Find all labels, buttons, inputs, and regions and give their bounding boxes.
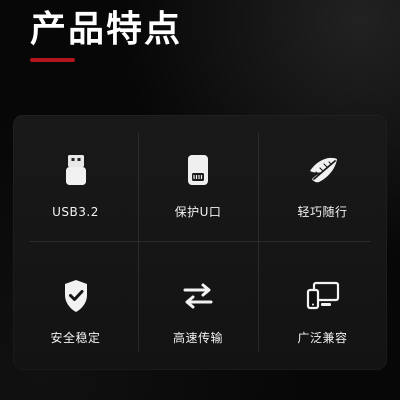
feature-label: USB3.2 [52, 205, 99, 219]
feature-lightweight: 轻巧随行 [258, 115, 387, 241]
feature-stable-secure: 安全稳定 [13, 241, 138, 370]
devices-icon [302, 275, 344, 317]
feature-label: 高速传输 [172, 331, 223, 345]
features-grid: USB3.2 保护U口 轻巧随行 安全稳定 高速传输 广泛兼容 [13, 115, 387, 370]
shield-check-icon [55, 275, 97, 317]
feature-label: 轻巧随行 [297, 205, 348, 219]
page-title: 产品特点 [30, 9, 183, 50]
feature-wide-compatibility: 广泛兼容 [258, 241, 387, 370]
protected-usb-port-icon [177, 149, 219, 191]
feature-protected-port: 保护U口 [138, 115, 258, 241]
feature-usb32: USB3.2 [13, 115, 138, 241]
transfer-arrows-icon [177, 275, 219, 317]
usb-connector-icon [55, 149, 97, 191]
feature-label: 保护U口 [174, 205, 222, 219]
feature-high-speed: 高速传输 [138, 241, 258, 370]
features-panel: USB3.2 保护U口 轻巧随行 安全稳定 高速传输 广泛兼容 [13, 115, 387, 370]
feature-label: 安全稳定 [50, 331, 101, 345]
feather-icon [302, 149, 344, 191]
feature-label: 广泛兼容 [297, 331, 348, 345]
title-accent-line [30, 58, 75, 62]
